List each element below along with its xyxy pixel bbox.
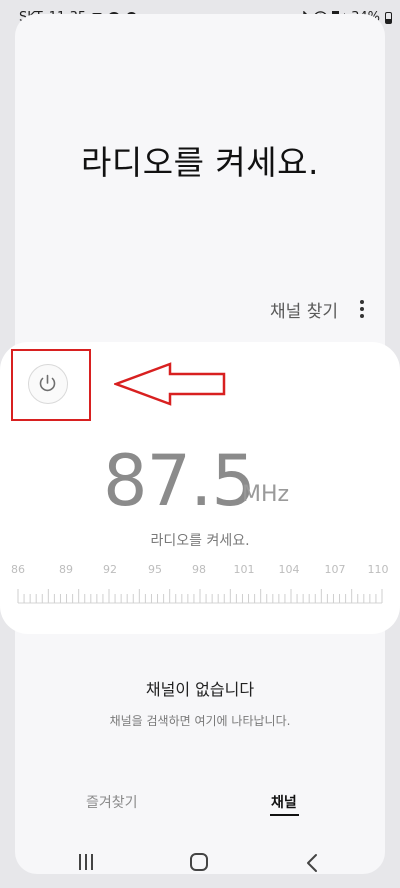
scale-label: 86 <box>11 563 25 576</box>
scale-label: 104 <box>278 563 300 576</box>
frequency-scale-labels: 86 89 92 95 98 101 104 107 110 <box>0 563 400 577</box>
scale-label: 89 <box>59 563 73 576</box>
annotation-arrow-icon <box>114 362 226 406</box>
recent-bar-icon <box>85 854 87 870</box>
more-dot-icon <box>360 300 364 304</box>
scale-label: 110 <box>367 563 389 576</box>
battery-icon <box>385 11 392 24</box>
power-button[interactable] <box>28 364 68 404</box>
recent-bar-icon <box>91 854 93 870</box>
tab-favorites[interactable]: 즐겨찾기 <box>86 792 138 812</box>
power-icon <box>39 374 56 392</box>
empty-state-description: 채널을 검색하면 여기에 나타납니다. <box>109 714 291 728</box>
scale-label: 98 <box>192 563 206 576</box>
scale-label: 92 <box>103 563 117 576</box>
frequency-unit: MHz <box>242 482 290 507</box>
scale-label: 95 <box>148 563 162 576</box>
more-dot-icon <box>360 307 364 311</box>
tab-selected-indicator <box>270 814 299 816</box>
more-dot-icon <box>360 314 364 318</box>
more-options-button[interactable] <box>350 297 374 321</box>
frequency-display: 87.5 <box>103 440 256 522</box>
recent-bar-icon <box>79 854 81 870</box>
frequency-dial-slider[interactable] <box>0 583 400 607</box>
tuner-status-text: 라디오를 켜세요. <box>150 533 250 549</box>
recent-apps-button[interactable] <box>79 854 97 870</box>
phone-screen: SKT 11:35 34% 라디오를 켜세요. 채널 찾기 <box>0 0 400 888</box>
scale-label: 101 <box>233 563 255 576</box>
scan-channels-button[interactable]: 채널 찾기 <box>270 297 338 322</box>
scale-label: 107 <box>324 563 346 576</box>
empty-state-title: 채널이 없습니다 <box>145 680 255 699</box>
page-title: 라디오를 켜세요. <box>81 143 319 182</box>
tab-channels[interactable]: 채널 <box>271 792 297 812</box>
back-button[interactable] <box>306 853 318 873</box>
home-button[interactable] <box>190 853 208 871</box>
